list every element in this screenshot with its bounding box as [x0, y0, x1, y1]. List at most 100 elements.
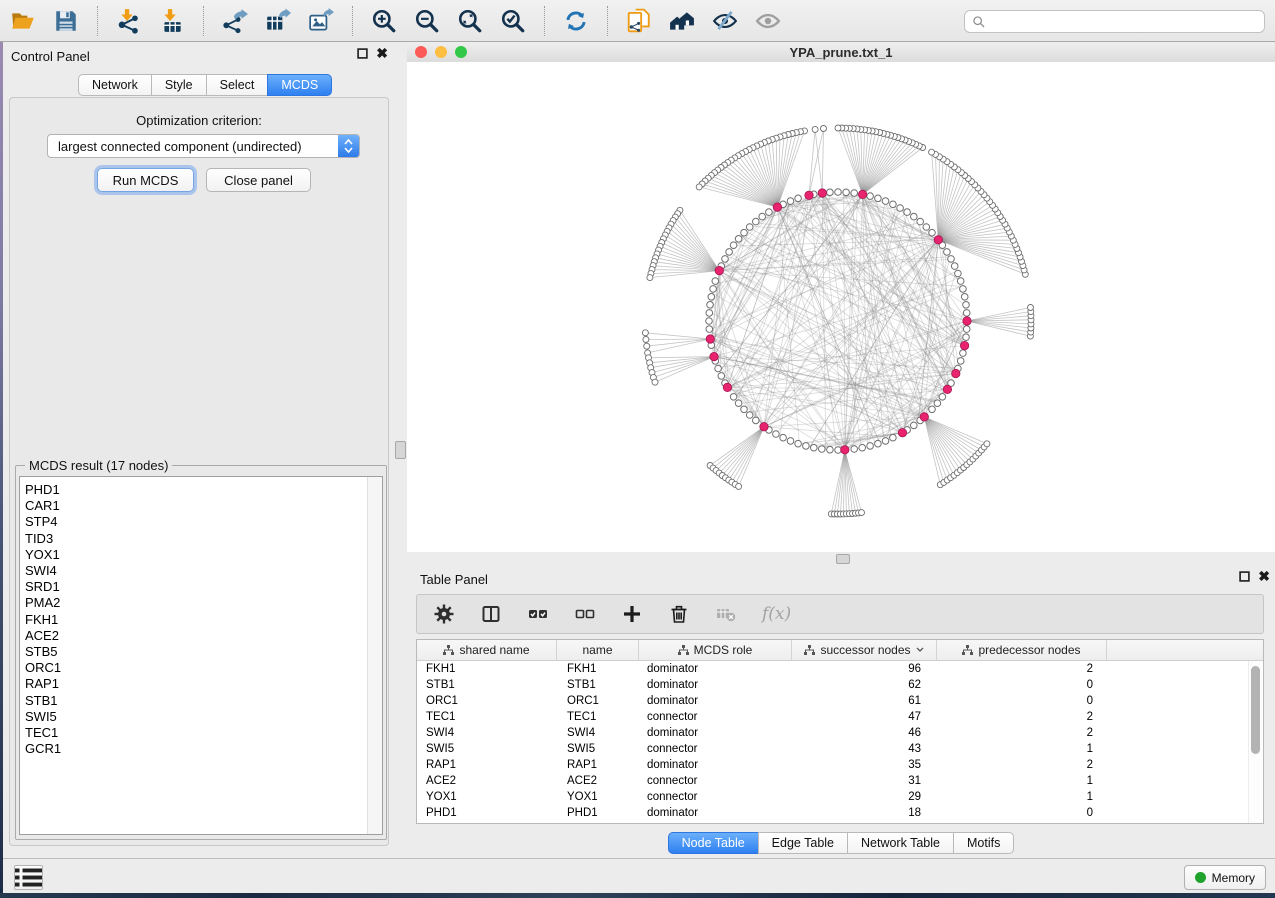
optimization-criterion-label: Optimization criterion:	[10, 113, 388, 128]
mcds-result-item[interactable]: STP4	[20, 514, 382, 530]
import-table-icon[interactable]	[157, 6, 187, 36]
mcds-result-item[interactable]: GCR1	[20, 741, 382, 757]
mcds-result-item[interactable]: PMA2	[20, 595, 382, 611]
export-network-icon[interactable]	[220, 6, 250, 36]
export-image-icon[interactable]	[306, 6, 336, 36]
apply-layout-icon[interactable]	[561, 6, 591, 36]
table-row[interactable]: FKH1FKH1dominator962	[417, 661, 1263, 677]
scrollbar-thumb[interactable]	[1251, 666, 1260, 754]
mcds-result-list[interactable]: PHD1CAR1STP4TID3YOX1SWI4SRD1PMA2FKH1ACE2…	[19, 476, 383, 835]
tab-motifs[interactable]: Motifs	[953, 832, 1014, 854]
tab-node-table[interactable]: Node Table	[668, 832, 759, 854]
criterion-dropdown[interactable]: largest connected component (undirected)	[47, 134, 360, 158]
table-row[interactable]: YOX1YOX1connector291	[417, 789, 1263, 805]
network-window-titlebar[interactable]: YPA_prune.txt_1	[407, 42, 1275, 63]
memory-button[interactable]: Memory	[1184, 865, 1266, 890]
list-icon	[15, 867, 42, 888]
close-panel-icon[interactable]: ✖	[1258, 571, 1270, 582]
deselect-all-icon[interactable]	[574, 603, 596, 625]
tab-network-table[interactable]: Network Table	[847, 832, 954, 854]
table-cell: SWI4	[417, 725, 557, 741]
export-table-icon[interactable]	[263, 6, 293, 36]
mcds-result-item[interactable]: SWI5	[20, 709, 382, 725]
mcds-result-item[interactable]: PHD1	[20, 482, 382, 498]
network-canvas[interactable]	[407, 62, 1275, 552]
mcds-result-item[interactable]: STB1	[20, 693, 382, 709]
mcds-result-item[interactable]: SRD1	[20, 579, 382, 595]
hide-selected-icon[interactable]	[710, 6, 740, 36]
column-header-MCDS-role[interactable]: MCDS role	[639, 640, 792, 660]
table-cell: connector	[639, 741, 792, 757]
close-panel-button[interactable]: Close panel	[206, 168, 311, 192]
clone-network-icon[interactable]	[624, 6, 654, 36]
tab-edge-table[interactable]: Edge Table	[758, 832, 848, 854]
save-session-icon[interactable]	[51, 6, 81, 36]
tab-mcds[interactable]: MCDS	[267, 74, 332, 96]
open-session-icon[interactable]	[8, 6, 38, 36]
table-cell: PHD1	[417, 805, 557, 821]
table-cell: ACE2	[557, 773, 639, 789]
search-input[interactable]	[990, 13, 1264, 31]
result-list-scrollbar[interactable]	[367, 477, 382, 834]
table-row[interactable]: SWI5SWI5connector431	[417, 741, 1263, 757]
close-panel-icon[interactable]: ✖	[376, 48, 388, 59]
table-cell: 43	[792, 741, 937, 757]
divider-handle[interactable]	[836, 554, 850, 564]
float-panel-icon[interactable]	[357, 48, 368, 59]
mcds-result-title: MCDS result (17 nodes)	[25, 458, 172, 473]
horizontal-split-divider[interactable]	[407, 552, 1275, 565]
vertical-split-divider[interactable]	[393, 42, 408, 858]
table-cell: STB1	[417, 677, 557, 693]
table-panel-title: Table Panel	[420, 572, 488, 587]
mcds-result-item[interactable]: ORC1	[20, 660, 382, 676]
delete-entry-icon[interactable]	[668, 603, 690, 625]
zoom-in-icon[interactable]	[369, 6, 399, 36]
table-toolbar: f(x)	[416, 594, 1264, 634]
float-panel-icon[interactable]	[1239, 571, 1250, 582]
column-header-shared-name[interactable]: shared name	[417, 640, 557, 660]
mcds-result-item[interactable]: SWI4	[20, 563, 382, 579]
import-network-icon[interactable]	[114, 6, 144, 36]
zoom-fit-icon[interactable]	[455, 6, 485, 36]
select-all-icon[interactable]	[527, 603, 549, 625]
mcds-result-item[interactable]: TEC1	[20, 725, 382, 741]
mcds-result-item[interactable]: CAR1	[20, 498, 382, 514]
table-cell: 18	[792, 805, 937, 821]
table-row[interactable]: PHD1PHD1dominator180	[417, 805, 1263, 821]
divider-handle[interactable]	[395, 441, 406, 459]
table-cell: dominator	[639, 677, 792, 693]
search-box[interactable]	[964, 10, 1265, 33]
tab-select[interactable]: Select	[206, 74, 269, 96]
table-cell: RAP1	[417, 757, 557, 773]
table-row[interactable]: STB1STB1dominator620	[417, 677, 1263, 693]
mcds-result-item[interactable]: STB5	[20, 644, 382, 660]
mcds-result-item[interactable]: YOX1	[20, 547, 382, 563]
home-view-icon[interactable]	[667, 6, 697, 36]
column-header-name[interactable]: name	[557, 640, 639, 660]
add-entry-icon[interactable]	[621, 603, 643, 625]
table-row[interactable]: TEC1TEC1connector472	[417, 709, 1263, 725]
zoom-out-icon[interactable]	[412, 6, 442, 36]
show-columns-icon[interactable]	[480, 603, 502, 625]
table-row[interactable]: ACE2ACE2connector311	[417, 773, 1263, 789]
table-scrollbar[interactable]	[1248, 661, 1262, 823]
mcds-result-item[interactable]: TID3	[20, 531, 382, 547]
zoom-selected-icon[interactable]	[498, 6, 528, 36]
table-cell: ACE2	[417, 773, 557, 789]
table-row[interactable]: SWI4SWI4dominator462	[417, 725, 1263, 741]
mcds-result-item[interactable]: FKH1	[20, 612, 382, 628]
table-row[interactable]: RAP1RAP1dominator352	[417, 757, 1263, 773]
table-header-row: shared namenameMCDS rolesuccessor nodesp…	[417, 640, 1263, 661]
tab-network[interactable]: Network	[78, 74, 152, 96]
table-row[interactable]: ORC1ORC1dominator610	[417, 693, 1263, 709]
table-settings-icon[interactable]	[433, 603, 455, 625]
column-header-predecessor-nodes[interactable]: predecessor nodes	[937, 640, 1107, 660]
automation-panel-button[interactable]	[14, 865, 43, 890]
tab-style[interactable]: Style	[151, 74, 207, 96]
status-bar: Memory	[3, 858, 1275, 894]
mcds-result-item[interactable]: ACE2	[20, 628, 382, 644]
table-cell: SWI5	[557, 741, 639, 757]
mcds-result-item[interactable]: RAP1	[20, 676, 382, 692]
run-mcds-button[interactable]: Run MCDS	[97, 168, 194, 192]
column-header-successor-nodes[interactable]: successor nodes	[792, 640, 937, 660]
